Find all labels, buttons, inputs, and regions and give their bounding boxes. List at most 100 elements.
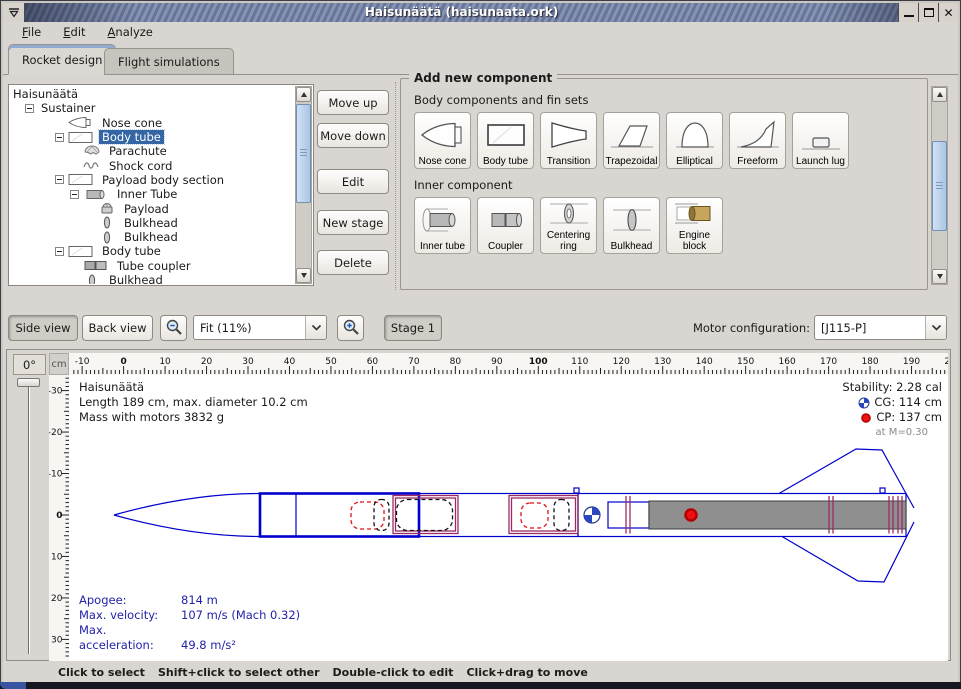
tree-item-bulkhead[interactable]: Bulkhead (10, 216, 295, 230)
tree-expander-icon[interactable] (55, 247, 64, 256)
rotation-slider-handle[interactable] (17, 378, 40, 387)
tree-item-bulkhead[interactable]: Bulkhead (10, 273, 295, 284)
launch-lug[interactable] (574, 488, 579, 493)
add-inner-tube-button[interactable]: Inner tube (414, 197, 471, 254)
tree-scrollbar[interactable] (295, 86, 312, 284)
add-freeform-button[interactable]: Freeform (729, 112, 786, 169)
maximize-button[interactable] (918, 3, 938, 22)
edit-button[interactable]: Edit (317, 169, 389, 194)
palette-scrollbar-thumb[interactable] (932, 141, 947, 231)
add-engine-block-button[interactable]: Engine block (666, 197, 723, 254)
add-bulkhead-button[interactable]: Bulkhead (603, 197, 660, 254)
nosecone-icon (68, 116, 94, 129)
tree-item-label: Body tube (99, 244, 164, 258)
fin-upper[interactable] (779, 449, 914, 508)
horizontal-ruler: -100102030405060708090100110120130140150… (69, 353, 948, 375)
tree-item-label: Bulkhead (121, 230, 181, 244)
palette-scrollbar[interactable] (931, 86, 948, 285)
move-up-button[interactable]: Move up (317, 90, 389, 115)
add-elliptical-button[interactable]: Elliptical (666, 112, 723, 169)
back-view-button[interactable]: Back view (82, 315, 153, 341)
palette-item-label: Freeform (737, 157, 778, 168)
tree-item-parachute[interactable]: Parachute (10, 144, 295, 158)
tree-item-payload[interactable]: Payload (10, 201, 295, 215)
tree-item-body-tube[interactable]: Body tube (10, 130, 295, 144)
svg-text:200: 200 (944, 357, 948, 367)
bodytube-icon (68, 245, 94, 258)
cp-legend-icon (860, 412, 872, 424)
tree-expander-icon[interactable] (25, 104, 34, 113)
tree-expander-icon[interactable] (70, 190, 79, 199)
add-centering-ring-button[interactable]: Centering ring (540, 197, 597, 254)
svg-text:190: 190 (903, 357, 920, 367)
add-transition-button[interactable]: Transition (540, 112, 597, 169)
inner-tube[interactable] (396, 498, 456, 531)
add-nose-cone-button[interactable]: Nose cone (414, 112, 471, 169)
tree-item-body-tube[interactable]: Body tube (10, 244, 295, 258)
menu-file[interactable]: File (13, 23, 50, 41)
delete-button[interactable]: Delete (317, 250, 389, 275)
tree-item-label: Payload body section (99, 173, 227, 187)
move-down-button[interactable]: Move down (317, 123, 389, 148)
tree-item-nose-cone[interactable]: Nose cone (10, 116, 295, 130)
scroll-down-icon[interactable] (296, 268, 311, 283)
svg-text:170: 170 (820, 357, 837, 367)
tube-coupler[interactable] (509, 496, 578, 534)
rocket-canvas[interactable]: HaisunäätäLength 189 cm, max. diameter 1… (69, 375, 948, 661)
svg-text:90: 90 (491, 357, 503, 367)
fin-lower[interactable] (782, 522, 914, 582)
tab-flight-simulations[interactable]: Flight simulations (104, 48, 234, 75)
svg-text:120: 120 (613, 357, 630, 367)
tree-scrollbar-thumb[interactable] (296, 104, 311, 203)
chevron-down-icon[interactable] (925, 316, 946, 339)
add-coupler-button[interactable]: Coupler (477, 197, 534, 254)
nose-cone-outline[interactable] (114, 515, 260, 537)
stage-1-toggle[interactable]: Stage 1 (384, 315, 442, 341)
tree-item-payload-body-section[interactable]: Payload body section (10, 173, 295, 187)
tree-item-tube-coupler[interactable]: Tube coupler (10, 259, 295, 273)
centeringring-icon (544, 198, 594, 231)
palette-item-label: Engine block (667, 231, 722, 252)
scroll-down-icon[interactable] (932, 269, 947, 284)
parachute-outline[interactable] (351, 502, 384, 529)
add-trapezoidal-button[interactable]: Trapezoidal (603, 112, 660, 169)
tree-item-inner-tube[interactable]: Inner Tube (10, 187, 295, 201)
bodytube-icon (481, 116, 531, 157)
tab-rocket-design[interactable]: Rocket design (8, 44, 116, 75)
tree-item-sustainer[interactable]: Sustainer (10, 101, 295, 115)
scroll-up-icon[interactable] (932, 87, 947, 102)
menu-edit[interactable]: Edit (54, 23, 94, 41)
svg-text:50: 50 (325, 357, 337, 367)
launch-lug[interactable] (880, 488, 885, 493)
zoom-in-button[interactable] (337, 315, 364, 341)
nose-cone-outline[interactable] (114, 494, 260, 516)
minimize-button[interactable] (898, 3, 918, 22)
tree-expander-icon[interactable] (55, 133, 64, 142)
scroll-up-icon[interactable] (296, 87, 311, 102)
motor-configuration-select[interactable]: [J115-P] (814, 315, 947, 340)
titlebar[interactable]: Haisunäätä (haisunaata.ork) ✕ (3, 3, 958, 22)
tree-expander-icon[interactable] (55, 175, 64, 184)
zoom-level-select[interactable]: Fit (11%) (193, 315, 327, 340)
side-view-button[interactable]: Side view (8, 315, 78, 341)
chevron-down-icon[interactable] (305, 316, 326, 339)
menu-analyze[interactable]: Analyze (99, 23, 162, 41)
add-launch-lug-button[interactable]: Launch lug (792, 112, 849, 169)
svg-text:-10: -10 (49, 470, 63, 480)
svg-text:0: 0 (56, 511, 62, 521)
window-menu-icon[interactable] (3, 3, 25, 22)
parachute-outline[interactable] (521, 503, 548, 528)
close-button[interactable]: ✕ (938, 3, 958, 22)
tree-item-shock-cord[interactable]: Shock cord (10, 158, 295, 172)
tree-item-bulkhead[interactable]: Bulkhead (10, 230, 295, 244)
palette-item-label: Body tube (483, 157, 528, 168)
mass-component-outline[interactable] (554, 500, 569, 531)
payload-outline[interactable] (397, 500, 453, 531)
rotation-slider-track[interactable] (28, 382, 30, 654)
new-stage-button[interactable]: New stage (317, 210, 389, 235)
engine-mount-tube[interactable] (608, 502, 649, 528)
zoom-out-button[interactable] (160, 315, 187, 341)
tree-item-haisun-t[interactable]: Haisunäätä (10, 87, 295, 101)
svg-text:130: 130 (654, 357, 671, 367)
add-body-tube-button[interactable]: Body tube (477, 112, 534, 169)
